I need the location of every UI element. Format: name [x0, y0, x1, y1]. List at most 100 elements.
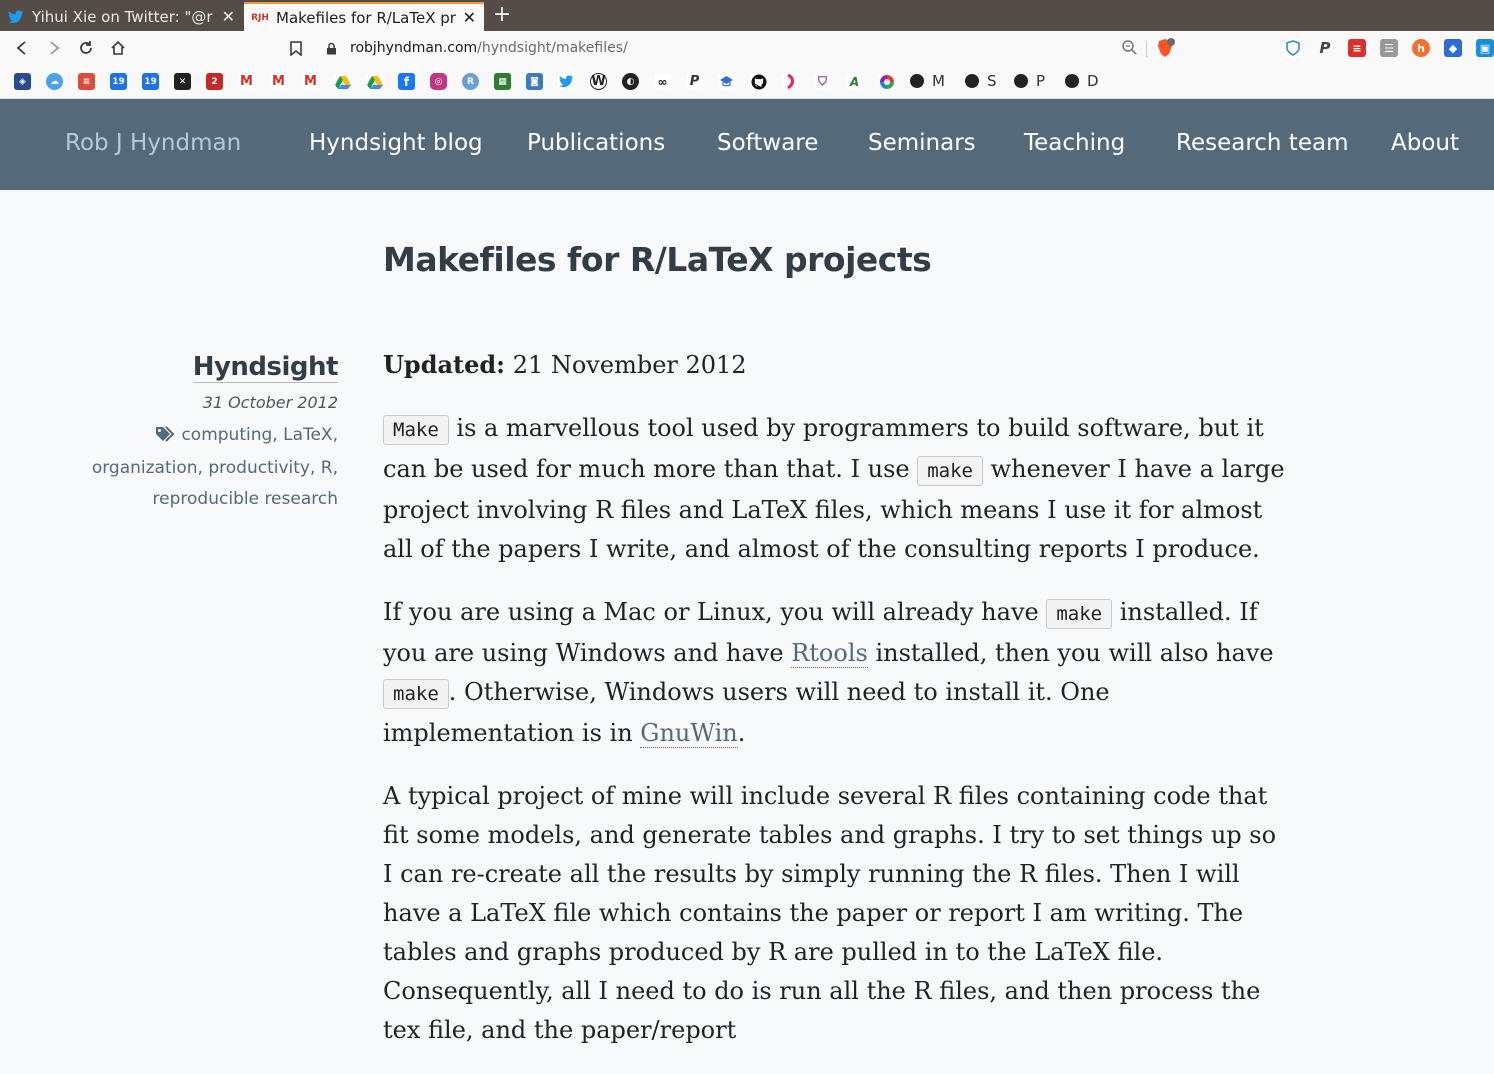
sheet-bookmark-icon[interactable]: ▦ [494, 73, 511, 90]
post-sidebar: Hyndsight 31 October 2012 computing, LaT… [60, 352, 339, 515]
bookmark-m[interactable]: M [910, 72, 945, 90]
gnuwin-link[interactable]: GnuWin [640, 719, 738, 748]
bookmark-d[interactable]: D [1065, 72, 1099, 90]
globe-icon [965, 74, 979, 88]
nav-link-teaching[interactable]: Teaching [1024, 130, 1125, 156]
calendar-bookmark-icon[interactable]: 19 [110, 73, 127, 90]
brave-shield-icon[interactable] [1155, 38, 1175, 58]
zotero-extension-icon[interactable]: ◆ [1444, 39, 1462, 57]
inline-code: Make [383, 415, 449, 445]
close-tab-icon[interactable]: ✕ [463, 8, 476, 27]
blog-section-link[interactable]: Hyndsight [192, 352, 339, 383]
address-bar[interactable]: robjhyndman.com/hyndsight/makefiles/ [316, 34, 1146, 62]
tag-link[interactable]: organization [92, 458, 198, 478]
feed-bookmark-icon[interactable]: ◙ [526, 73, 543, 90]
reader-extension-icon[interactable]: ☰ [1380, 39, 1398, 57]
red-app-bookmark-icon[interactable]: 2 [206, 73, 223, 90]
zoom-icon[interactable] [1121, 39, 1139, 57]
zotero-bookmark-icon[interactable] [718, 73, 735, 90]
cloud-bookmark-icon[interactable]: ☁ [46, 73, 63, 90]
paypal-bookmark-icon[interactable]: P [686, 73, 703, 90]
bookmark-p[interactable]: P [1014, 72, 1045, 90]
calendar-bookmark-icon-2[interactable]: 19 [142, 73, 159, 90]
page-title: Makefiles for R/LaTeX projects [383, 240, 932, 279]
inline-code: make [917, 456, 983, 486]
globe-bookmark-icon[interactable]: ◐ [622, 73, 639, 90]
tag-link[interactable]: reproducible research [153, 489, 338, 509]
back-icon[interactable] [10, 36, 34, 60]
browser-tab-makefiles[interactable]: RJH Makefiles for R/LaTeX pr ✕ [244, 2, 484, 31]
facebook-bookmark-icon[interactable]: f [398, 73, 415, 90]
purple-bookmark-icon[interactable]: ⛉ [814, 73, 831, 90]
colorful-bookmark-icon[interactable] [878, 73, 895, 90]
google-drive-bookmark-icon-2[interactable] [366, 73, 383, 90]
gmail-bookmark-icon-2[interactable]: M [270, 73, 287, 90]
tag-link[interactable]: R [321, 458, 333, 478]
bookmark-page-icon[interactable] [284, 36, 308, 60]
green-bookmark-icon[interactable]: A [846, 73, 863, 90]
site-navigation: Rob J Hyndman Hyndsight blog Publication… [0, 99, 1494, 190]
forward-icon[interactable] [42, 36, 66, 60]
shield-extension-icon[interactable] [1284, 39, 1302, 57]
site-brand-link[interactable]: Rob J Hyndman [65, 130, 241, 156]
home-icon[interactable] [106, 36, 130, 60]
twitter-bookmark-icon[interactable] [558, 73, 575, 90]
rtools-link[interactable]: Rtools [791, 639, 868, 668]
bookmark-s[interactable]: S [965, 72, 997, 90]
university-bookmark-icon[interactable]: ◈ [14, 73, 31, 90]
nav-link-about[interactable]: About [1391, 130, 1459, 156]
pink-bookmark-icon[interactable] [782, 73, 799, 90]
gmail-bookmark-icon[interactable]: M [238, 73, 255, 90]
wordpress-bookmark-icon[interactable]: W [590, 73, 607, 90]
tab-title: Makefiles for R/LaTeX pr [276, 8, 456, 27]
researchgate-bookmark-icon[interactable]: R [462, 73, 479, 90]
article-body: Updated: 21 November 2012 Make is a marv… [383, 345, 1288, 1074]
paragraph-2: If you are using a Mac or Linux, you wil… [383, 598, 1274, 748]
bookmarks-bar: ◈ ☁ ≡ 19 19 ✕ 2 M M M f ◎ R ▦ ◙ W ◐ ∞ P … [0, 65, 1494, 99]
todoist-extension-icon[interactable]: ≡ [1348, 39, 1366, 57]
github-bookmark-icon[interactable] [750, 73, 767, 90]
reload-icon[interactable] [74, 36, 98, 60]
paypal-extension-icon[interactable]: P [1316, 39, 1334, 57]
post-date: 31 October 2012 [202, 393, 338, 412]
rjh-favicon: RJH [251, 12, 269, 23]
nav-link-publications[interactable]: Publications [527, 130, 665, 156]
new-tab-icon[interactable]: + [490, 3, 514, 27]
google-drive-bookmark-icon[interactable] [334, 73, 351, 90]
browser-tab-twitter[interactable]: Yihui Xie on Twitter: "@r ✕ [0, 2, 243, 31]
grid-bookmark-icon[interactable]: ✕ [174, 73, 191, 90]
paragraph-1: Make is a marvellous tool used by progra… [383, 414, 1285, 563]
nav-link-software[interactable]: Software [717, 130, 818, 156]
updated-date: 21 November 2012 [512, 351, 747, 379]
globe-icon [1065, 74, 1079, 88]
updated-label: Updated: [383, 350, 506, 379]
gmail-bookmark-icon-3[interactable]: M [302, 73, 319, 90]
updated-line: Updated: 21 November 2012 [383, 345, 1288, 385]
instagram-bookmark-icon[interactable]: ◎ [430, 73, 447, 90]
screenshot-extension-icon[interactable]: ▣ [1476, 39, 1494, 57]
globe-icon [1014, 74, 1028, 88]
tags-icon [155, 422, 177, 453]
tag-link[interactable]: productivity [208, 458, 310, 478]
mastodon-bookmark-icon[interactable]: ∞ [654, 73, 671, 90]
close-tab-icon[interactable]: ✕ [222, 7, 235, 26]
url-host: robjhyndman.com [350, 40, 478, 56]
todoist-bookmark-icon[interactable]: ≡ [78, 73, 95, 90]
globe-icon [910, 74, 924, 88]
nav-link-seminars[interactable]: Seminars [868, 130, 976, 156]
twitter-bird-icon [8, 9, 24, 25]
hypothesis-extension-icon[interactable]: h [1412, 39, 1430, 57]
tag-link[interactable]: LaTeX [283, 425, 333, 445]
url-path: /hyndsight/makefiles/ [477, 40, 628, 56]
paragraph-3: A typical project of mine will include s… [383, 782, 1277, 1044]
tag-link[interactable]: computing [181, 425, 272, 445]
inline-code: make [383, 679, 449, 709]
inline-code: make [1046, 599, 1113, 629]
tab-title: Yihui Xie on Twitter: "@r [32, 7, 213, 26]
lock-icon [326, 42, 340, 55]
post-tags: computing, LaTeX, organization, producti… [60, 420, 338, 515]
browser-navigation-bar: robjhyndman.com/hyndsight/makefiles/ P ≡… [0, 31, 1494, 65]
nav-link-hyndsight-blog[interactable]: Hyndsight blog [309, 130, 483, 156]
nav-link-research-team[interactable]: Research team [1176, 130, 1348, 156]
url-separator [1146, 41, 1147, 57]
